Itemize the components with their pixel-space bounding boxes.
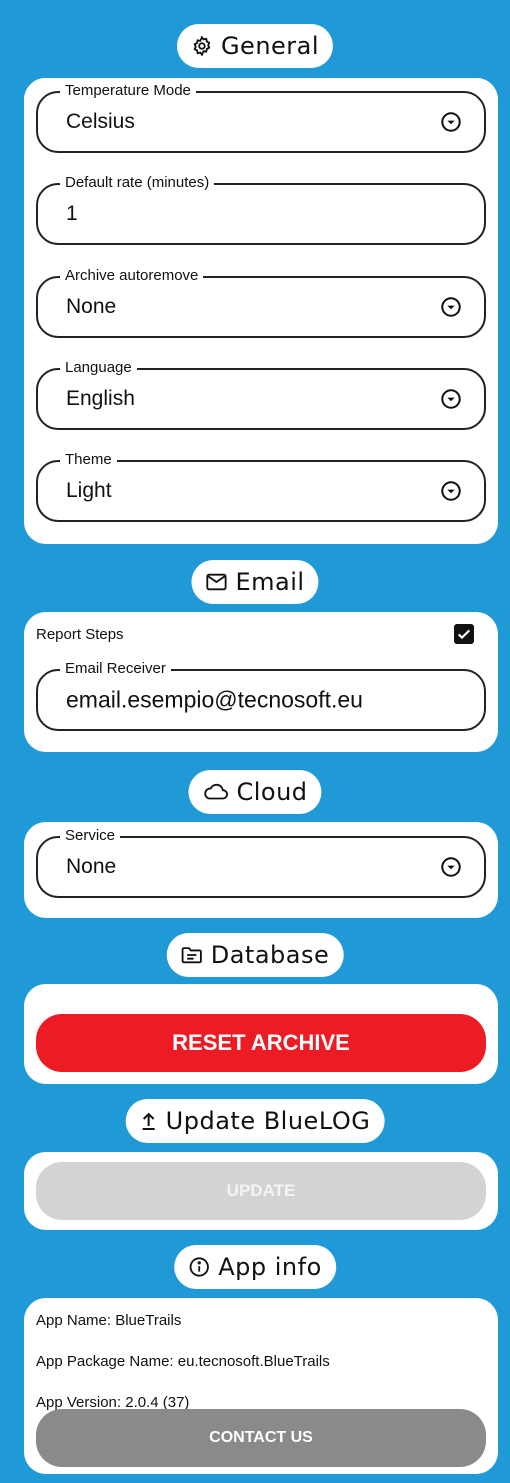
email-card: Report Steps Email Receiver email.esempi… — [24, 612, 498, 752]
section-title: Update BlueLOG — [165, 1107, 371, 1135]
app-name-text: App Name: BlueTrails — [36, 1312, 182, 1329]
field-value: Celsius — [66, 110, 135, 133]
section-title: Database — [210, 941, 330, 969]
section-title: Email — [235, 568, 305, 596]
database-card: RESET ARCHIVE — [24, 984, 498, 1084]
app-package-text: App Package Name: eu.tecnosoft.BlueTrail… — [36, 1353, 330, 1370]
report-steps-checkbox[interactable] — [454, 624, 474, 644]
field-value: English — [66, 387, 135, 410]
field-value: email.esempio@tecnosoft.eu — [66, 686, 363, 713]
info-icon — [188, 1256, 210, 1278]
default-rate-input[interactable]: Default rate (minutes) 1 — [36, 174, 486, 245]
section-title: Cloud — [236, 778, 308, 806]
section-header-database: Database — [166, 933, 344, 977]
chevron-down-icon — [441, 389, 461, 409]
theme-select[interactable]: Theme Light — [36, 451, 486, 522]
section-title: General — [220, 32, 320, 60]
archive-autoremove-select[interactable]: Archive autoremove None — [36, 267, 486, 338]
email-receiver-field[interactable]: Email Receiver email.esempio@tecnosoft.e… — [36, 660, 486, 731]
chevron-down-icon — [441, 112, 461, 132]
field-label: Theme — [60, 451, 117, 469]
service-select[interactable]: Service None — [36, 827, 486, 898]
folder-icon — [181, 945, 203, 965]
mail-icon — [205, 572, 227, 592]
cloud-icon — [202, 783, 228, 801]
cloud-card: Service None — [24, 822, 498, 918]
field-label: Archive autoremove — [60, 267, 204, 285]
field-label: Language — [60, 359, 137, 377]
checkmark-icon — [457, 629, 471, 640]
contact-us-button[interactable]: CONTACT US — [36, 1409, 486, 1467]
report-steps-label: Report Steps — [36, 626, 124, 643]
section-title: App info — [218, 1253, 322, 1281]
section-header-app-info: App info — [174, 1245, 336, 1289]
upload-icon — [140, 1111, 158, 1131]
section-header-general: General — [176, 24, 334, 68]
gear-icon — [191, 35, 213, 57]
chevron-down-icon — [441, 297, 461, 317]
field-value: None — [66, 295, 117, 318]
reset-archive-button[interactable]: RESET ARCHIVE — [36, 1014, 486, 1072]
chevron-down-icon — [441, 857, 461, 877]
update-button[interactable]: UPDATE — [36, 1162, 486, 1220]
section-header-cloud: Cloud — [188, 770, 322, 814]
field-value: Light — [66, 479, 112, 502]
field-label: Email Receiver — [60, 660, 171, 678]
section-header-update: Update BlueLOG — [125, 1099, 385, 1143]
field-value: 1 — [66, 202, 78, 225]
update-card: UPDATE — [24, 1152, 498, 1230]
general-card-full: Temperature Mode Celsius Default rate (m… — [24, 78, 498, 544]
section-header-email: Email — [191, 560, 319, 604]
temperature-mode-select[interactable]: Temperature Mode Celsius — [36, 82, 486, 153]
field-label: Service — [60, 827, 121, 845]
field-label: Temperature Mode — [60, 82, 196, 100]
field-value: None — [66, 855, 117, 878]
app-info-card: App Name: BlueTrails App Package Name: e… — [24, 1298, 498, 1474]
language-select[interactable]: Language English — [36, 359, 486, 430]
chevron-down-icon — [441, 481, 461, 501]
field-label: Default rate (minutes) — [60, 174, 215, 192]
